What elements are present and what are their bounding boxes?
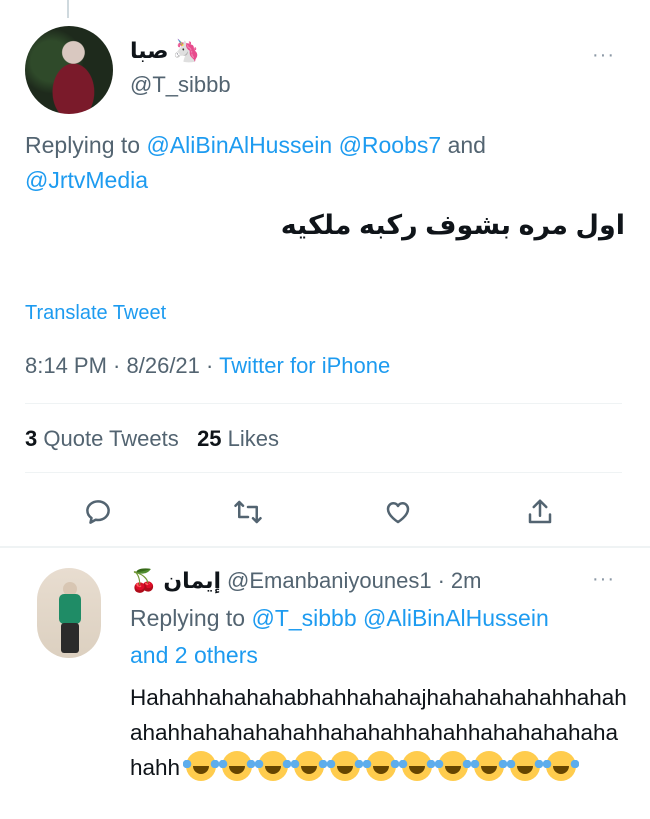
laughing-tears-emoji-icon [399,751,436,781]
more-options-icon[interactable]: ··· [592,568,615,591]
avatar[interactable] [25,26,113,114]
likes-stat[interactable]: 25 Likes [197,426,279,451]
laughing-tears-emoji-icon [219,751,256,781]
translate-tweet-link[interactable]: Translate Tweet [25,302,166,325]
divider [25,472,622,473]
mention-link[interactable]: @AliBinAlHussein [363,605,549,631]
cherry-icon: 🍒 [130,568,158,593]
laughing-tears-emoji-icon [435,751,472,781]
avatar-legs [61,623,79,653]
reply-header: 🍒 إيمان @Emanbaniyounes1 · 2m [130,568,481,594]
quote-label: Quote Tweets [43,426,179,451]
tweet-text: اول مره بشوف ركبه ملكيه [280,210,625,240]
tweet-source[interactable]: Twitter for iPhone [219,353,390,378]
unicorn-icon: 🦄 [172,38,200,63]
mention-link[interactable]: @T_sibbb [251,605,356,631]
quote-tweets-stat[interactable]: 3 Quote Tweets [25,426,179,451]
tweet-meta: 8:14 PM · 8/26/21 · Twitter for iPhone [25,353,391,378]
laughing-tears-emoji-icon [183,751,220,781]
like-label: Likes [227,426,280,451]
avatar-body [59,594,81,624]
display-name[interactable]: إيمان [163,568,221,594]
mention-link[interactable]: @JrtvMedia [25,167,148,193]
laughing-tears-emoji-icon [363,751,400,781]
thread-line [67,0,69,18]
replying-to: Replying to @AliBinAlHussein @Roobs7 and… [25,128,585,198]
divider [25,403,622,404]
tweet-date[interactable]: 8/26/21 [127,353,200,378]
tweet-stats: 3 Quote Tweets 25 Likes [25,426,279,452]
replying-to: Replying to @T_sibbb @AliBinAlHussein an… [130,600,630,674]
dot-separator: · [437,568,445,593]
avatar[interactable] [37,568,101,658]
reply-icon[interactable] [80,494,116,530]
tweet-separator [0,546,650,548]
display-name-text: صبا [130,38,169,63]
like-icon[interactable] [380,494,416,530]
share-icon[interactable] [522,494,558,530]
replying-prefix: Replying to [130,605,252,631]
more-options-icon[interactable]: ··· [592,44,615,67]
user-handle[interactable]: @Emanbaniyounes1 [227,568,432,594]
tweet-time[interactable]: 8:14 PM [25,353,107,378]
laughing-tears-emoji-icon [543,751,580,781]
mention-link[interactable]: @Roobs7 [339,132,442,158]
quote-count: 3 [25,426,38,451]
like-count: 25 [197,426,222,451]
laughing-tears-emoji-icon [471,751,508,781]
laughing-tears-emoji-icon [507,751,544,781]
retweet-icon[interactable] [230,494,266,530]
emoji-row [180,751,580,781]
laughing-tears-emoji-icon [291,751,328,781]
tweet-text: Hahahhahahahabhahhahahajhahahahahahhahah… [130,680,630,785]
mention-link[interactable]: @AliBinAlHussein [146,132,332,158]
user-handle[interactable]: @T_sibbb [130,72,231,98]
display-name[interactable]: صبا 🦄 [130,38,200,64]
laughing-tears-emoji-icon [327,751,364,781]
replying-prefix: Replying to [25,132,147,158]
laughing-tears-emoji-icon [255,751,292,781]
tweet-time[interactable]: 2m [451,568,482,594]
others-link[interactable]: and 2 others [130,642,258,668]
replying-and: and [441,132,486,158]
